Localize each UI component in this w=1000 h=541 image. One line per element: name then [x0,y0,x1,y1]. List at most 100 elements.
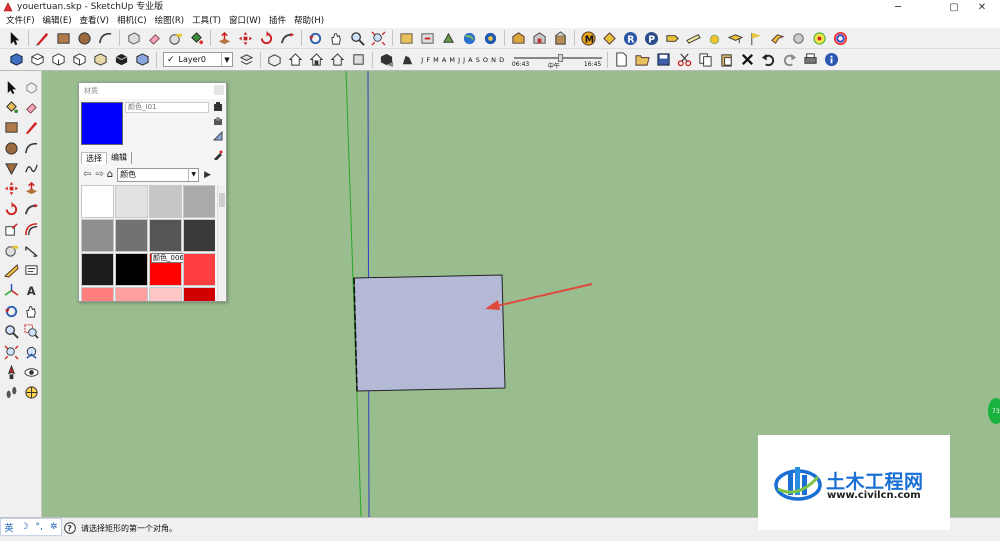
material-swatch[interactable] [81,185,114,218]
iso-view-icon[interactable] [8,51,26,69]
get-models-icon[interactable] [398,29,416,47]
walk-footprints-icon[interactable] [1,383,21,403]
share-model-icon[interactable] [419,29,437,47]
material-swatch[interactable]: 颜色_006 [149,253,186,286]
moon-icon[interactable]: ☽ [20,522,28,532]
material-swatch[interactable] [183,287,215,301]
month-label[interactable]: S [476,56,481,64]
shadows-icon[interactable] [378,51,396,69]
month-label[interactable]: O [483,56,489,64]
create-material-icon[interactable] [212,101,224,113]
front-view-icon[interactable] [50,51,68,69]
minimize-button[interactable]: ─ [880,0,916,14]
paste-icon[interactable] [717,51,735,69]
cut-scissors-icon[interactable] [675,51,693,69]
circle-icon[interactable] [1,138,21,158]
menu-camera[interactable]: 相机(C) [113,14,151,28]
orbit-icon[interactable] [1,301,21,321]
forward-arrow-icon[interactable]: ⇨ [95,169,103,180]
material-swatch[interactable] [81,219,114,252]
menu-tools[interactable]: 工具(T) [188,14,225,28]
house-dark-icon[interactable] [308,51,326,69]
redo-icon[interactable] [780,51,798,69]
xray-icon[interactable] [134,51,152,69]
material-swatch[interactable] [149,185,182,218]
material-swatch[interactable] [149,219,182,252]
plugin-p-icon[interactable]: P [643,29,661,47]
house-icon[interactable] [287,51,305,69]
arc-icon[interactable] [21,138,41,158]
model-info-icon[interactable] [822,51,840,69]
material-swatch[interactable] [115,253,148,286]
warehouse-icon[interactable] [510,29,528,47]
rectangle-icon[interactable] [1,118,21,138]
plugin-m-icon[interactable]: M [580,29,598,47]
plugin-label-icon[interactable] [664,29,682,47]
add-location-icon[interactable] [440,29,458,47]
freehand-icon[interactable] [21,159,41,179]
open-folder-icon[interactable] [633,51,651,69]
menu-help[interactable]: 帮助(H) [290,14,328,28]
save-icon[interactable] [654,51,672,69]
offset-icon[interactable] [21,220,41,240]
rotate-icon[interactable] [258,29,276,47]
tape-measure-icon[interactable] [167,29,185,47]
month-label[interactable]: J [463,56,465,64]
new-file-icon[interactable] [612,51,630,69]
move-icon[interactable] [1,179,21,199]
paint-bucket-icon[interactable] [1,97,21,117]
layer-manager-icon[interactable] [238,51,256,69]
rectangle-icon[interactable] [55,29,73,47]
move-icon[interactable] [237,29,255,47]
shadow-month-strip[interactable]: J F M A M J J A S O N D [420,56,506,64]
month-label[interactable]: A [442,56,447,64]
eraser-icon[interactable] [146,29,164,47]
display-secondary-icon[interactable] [212,130,224,142]
material-swatch[interactable] [183,185,215,218]
arc-icon[interactable] [97,29,115,47]
shadow-settings-icon[interactable] [399,51,417,69]
scale-icon[interactable] [1,220,21,240]
plugin-ruler-icon[interactable] [685,29,703,47]
zoom-icon[interactable] [349,29,367,47]
ime-indicator[interactable]: 英 ☽ °, ✲ [0,518,62,536]
material-library-dropdown[interactable]: 颜色 ▼ [117,167,200,182]
material-swatch[interactable] [115,219,148,252]
eraser-icon[interactable] [21,97,41,117]
follow-me-icon[interactable] [279,29,297,47]
top-view-icon[interactable] [29,51,47,69]
plugin-ball-icon[interactable] [790,29,808,47]
back-view-icon[interactable] [92,51,110,69]
tab-select[interactable]: 选择 [81,152,107,164]
delete-x-icon[interactable] [738,51,756,69]
photo-texture-icon[interactable] [482,29,500,47]
menu-edit[interactable]: 编辑(E) [39,14,76,28]
sample-paint-icon[interactable] [212,149,224,161]
back-arrow-icon[interactable]: ⇦ [83,169,91,180]
select-arrow-icon[interactable] [1,77,21,97]
material-swatch[interactable] [81,253,114,286]
menu-draw[interactable]: 绘图(R) [151,14,189,28]
layer-dropdown[interactable]: ✓ Layer0 ▼ [163,52,233,67]
plugin-flower-icon[interactable] [811,29,829,47]
rotate-icon[interactable] [1,199,21,219]
month-label[interactable]: J [421,56,423,64]
time-of-day-slider[interactable]: 06:43 中午 16:45 [512,51,604,70]
dimension-icon[interactable] [21,240,41,260]
pencil-line-icon[interactable] [21,118,41,138]
menu-file[interactable]: 文件(F) [2,14,39,28]
materials-titlebar[interactable]: 材质 [79,83,226,99]
component-icon[interactable] [21,77,41,97]
material-swatch[interactable] [115,185,148,218]
material-swatch[interactable] [115,287,148,301]
plugin-bird-icon[interactable] [769,29,787,47]
menu-view[interactable]: 查看(V) [76,14,113,28]
previous-view-icon[interactable] [21,342,41,362]
plugin-sphere-icon[interactable] [706,29,724,47]
paint-bucket-icon[interactable] [188,29,206,47]
help-question-icon[interactable]: ? [64,522,76,534]
axes-icon[interactable] [1,281,21,301]
material-swatch[interactable] [149,287,182,301]
zoom-window-icon[interactable] [21,322,41,342]
scrollbar-thumb[interactable] [219,193,225,207]
